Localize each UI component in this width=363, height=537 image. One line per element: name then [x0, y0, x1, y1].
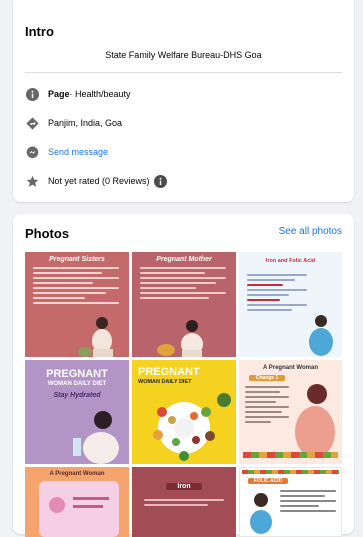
photo-1-illustration — [78, 317, 113, 357]
send-message-row[interactable]: Send message — [25, 144, 342, 160]
photo-tile-8[interactable]: Iron — [132, 467, 236, 537]
photo-9-illustration — [250, 493, 272, 534]
photo-3-illustration — [309, 315, 333, 356]
location-text: Panjim, India, Goa — [48, 118, 123, 128]
star-icon — [25, 174, 39, 188]
photo-3-text — [247, 274, 307, 314]
category-value: · Health/beauty — [69, 89, 131, 99]
messenger-icon — [25, 145, 39, 159]
intro-card: Intro State Family Welfare Bureau-DHS Go… — [13, 0, 354, 202]
intro-divider — [25, 72, 342, 73]
photo-8-heading: Iron — [166, 483, 202, 490]
photo-5-illustration — [153, 393, 231, 461]
photo-4-subheading: WOMAN DAILY DIET — [47, 381, 107, 387]
photo-tile-5[interactable]: PREGNANT WOMAN DAILY DIET — [132, 360, 236, 464]
info-icon — [25, 87, 39, 101]
intro-title: Intro — [25, 24, 54, 39]
photo-1-heading: Pregnant Sisters — [49, 256, 105, 263]
photo-8-text — [144, 499, 224, 509]
photo-9-heading: FOLIC ACID — [248, 478, 288, 484]
category-prefix: Page — [48, 89, 70, 99]
photo-9-food-strip — [242, 470, 339, 474]
send-message-link[interactable]: Send message — [48, 147, 108, 157]
photo-1-text — [33, 267, 119, 307]
category-row: Page · Health/beauty — [25, 86, 342, 102]
photo-4-tag: Stay Hydrated — [53, 392, 101, 399]
photo-tile-2[interactable]: Pregnant Mother — [132, 252, 236, 357]
photo-2-text — [140, 267, 226, 302]
photo-9-text — [280, 490, 336, 515]
photo-6-tag: Change 1 — [249, 375, 285, 381]
photo-tile-7[interactable]: A Pregnant Woman — [25, 467, 129, 537]
page-bio: State Family Welfare Bureau-DHS Goa — [105, 50, 262, 60]
photo-5-heading: PREGNANT — [138, 366, 200, 378]
photo-4-illustration — [73, 411, 119, 464]
photos-card: Photos See all photos Pregnant Sisters P… — [13, 214, 354, 537]
photo-2-heading: Pregnant Mother — [156, 256, 212, 263]
rating-text: Not yet rated (0 Reviews) — [48, 176, 150, 186]
photo-7-heading: A Pregnant Woman — [49, 471, 105, 477]
photo-6-text — [245, 386, 289, 426]
photo-3-heading: Iron and Folic Acid — [265, 258, 316, 264]
photo-4-heading: PREGNANT — [46, 368, 108, 380]
photo-7-illustration — [39, 481, 119, 537]
photo-2-illustration — [157, 320, 203, 357]
photo-5-subheading: WOMAN DAILY DIET — [138, 379, 192, 385]
photo-tile-6[interactable]: A Pregnant Woman Change 1 — [239, 360, 342, 464]
rating-row: Not yet rated (0 Reviews) — [25, 173, 342, 189]
rating-info-icon[interactable] — [154, 174, 168, 188]
photo-tile-1[interactable]: Pregnant Sisters — [25, 252, 129, 357]
photo-6-heading: A Pregnant Woman — [262, 365, 318, 371]
location-icon — [25, 116, 39, 130]
photos-title: Photos — [25, 226, 70, 241]
photo-6-food-strip — [243, 452, 338, 458]
photo-tile-9[interactable]: FOLIC ACID — [239, 467, 342, 537]
photo-tile-3[interactable]: Iron and Folic Acid — [239, 252, 342, 357]
photo-tile-4[interactable]: PREGNANT WOMAN DAILY DIET Stay Hydrated — [25, 360, 129, 464]
location-row[interactable]: Panjim, India, Goa — [25, 115, 342, 131]
see-all-photos-link[interactable]: See all photos — [279, 226, 342, 237]
